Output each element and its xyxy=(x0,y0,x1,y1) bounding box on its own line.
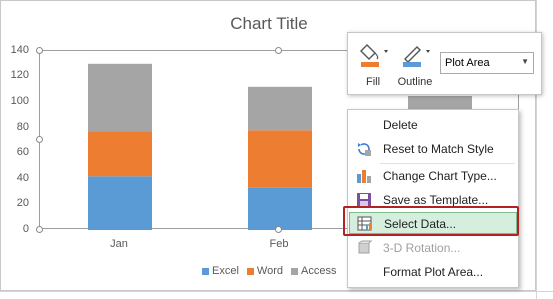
bar-access-feb[interactable] xyxy=(248,86,312,131)
menu-item-reset-style[interactable]: Reset to Match Style xyxy=(349,138,517,160)
select-data-icon xyxy=(357,216,372,231)
menu-item-label: Reset to Match Style xyxy=(383,142,494,156)
menu-item-label: Format Plot Area... xyxy=(383,265,484,279)
legend-item-access[interactable]: Access xyxy=(291,265,336,277)
menu-item-select-data[interactable]: Select Data... xyxy=(349,212,517,234)
x-tick-label: Feb xyxy=(269,238,289,250)
bar-word-jan[interactable] xyxy=(88,131,152,177)
legend-label: Access xyxy=(301,265,337,277)
sheet-gridline xyxy=(0,291,553,292)
menu-item-label: Change Chart Type... xyxy=(383,169,497,183)
y-tick-label: 120 xyxy=(10,69,29,81)
legend-swatch xyxy=(291,267,298,275)
selection-handle[interactable] xyxy=(275,226,282,233)
fill-button[interactable]: Fill xyxy=(353,37,393,91)
fill-label: Fill xyxy=(365,76,381,88)
menu-item-3d-rotation[interactable]: 3-D Rotation... xyxy=(349,237,517,259)
selection-handle[interactable] xyxy=(36,47,43,54)
x-tick-label: Jan xyxy=(110,238,128,250)
menu-item-format-plot-area[interactable]: Format Plot Area... xyxy=(349,261,517,283)
y-tick-label: 20 xyxy=(16,197,29,209)
menu-item-save-template[interactable]: Save as Template... xyxy=(349,189,517,211)
context-menu: Delete Reset to Match Style Change Chart… xyxy=(347,109,519,288)
reset-style-icon xyxy=(358,143,371,156)
save-template-icon xyxy=(357,193,371,207)
menu-item-change-chart-type[interactable]: Change Chart Type... xyxy=(349,165,517,187)
outline-pen-icon xyxy=(403,46,430,67)
y-tick-label: 0 xyxy=(22,223,29,235)
menu-item-delete[interactable]: Delete xyxy=(349,114,517,136)
chevron-down-icon: ▼ xyxy=(521,57,529,66)
menu-item-label: Save as Template... xyxy=(383,193,489,207)
y-tick-label: 60 xyxy=(16,146,29,158)
bar-word-feb[interactable] xyxy=(248,130,312,188)
y-tick-label: 40 xyxy=(16,172,29,184)
menu-item-label: Delete xyxy=(383,118,418,132)
legend-label: Word xyxy=(256,265,283,277)
legend-swatch xyxy=(202,267,209,275)
bar-excel-feb[interactable] xyxy=(248,187,312,230)
legend-item-word[interactable]: Word xyxy=(246,265,283,277)
menu-item-label: Select Data... xyxy=(384,217,457,231)
fill-bucket-icon xyxy=(360,44,388,67)
bar-excel-jan[interactable] xyxy=(88,176,152,230)
selection-handle[interactable] xyxy=(36,136,43,143)
y-tick-label: 140 xyxy=(10,44,29,56)
legend[interactable]: Excel Word Access xyxy=(202,265,336,277)
selection-handle[interactable] xyxy=(275,47,282,54)
chart-element-value: Plot Area xyxy=(445,57,490,69)
legend-swatch xyxy=(246,267,254,275)
change-chart-type-icon xyxy=(357,170,371,183)
y-tick-label: 100 xyxy=(10,95,29,107)
3d-rotation-icon xyxy=(358,240,372,254)
selection-handle[interactable] xyxy=(36,226,43,233)
chart-element-dropdown[interactable]: Plot Area ▼ xyxy=(440,52,534,74)
bar-access-jan[interactable] xyxy=(88,63,152,132)
legend-label: Excel xyxy=(212,265,239,277)
menu-item-label: 3-D Rotation... xyxy=(383,241,461,255)
y-tick-label: 80 xyxy=(16,121,29,133)
outline-label: Outline xyxy=(397,76,433,88)
menu-separator xyxy=(380,163,515,164)
format-mini-toolbar: Fill Outline Plot Area ▼ xyxy=(347,32,542,95)
legend-item-excel[interactable]: Excel xyxy=(202,265,239,277)
outline-button[interactable]: Outline xyxy=(395,37,435,91)
chart-title[interactable]: Chart Title xyxy=(1,14,537,34)
